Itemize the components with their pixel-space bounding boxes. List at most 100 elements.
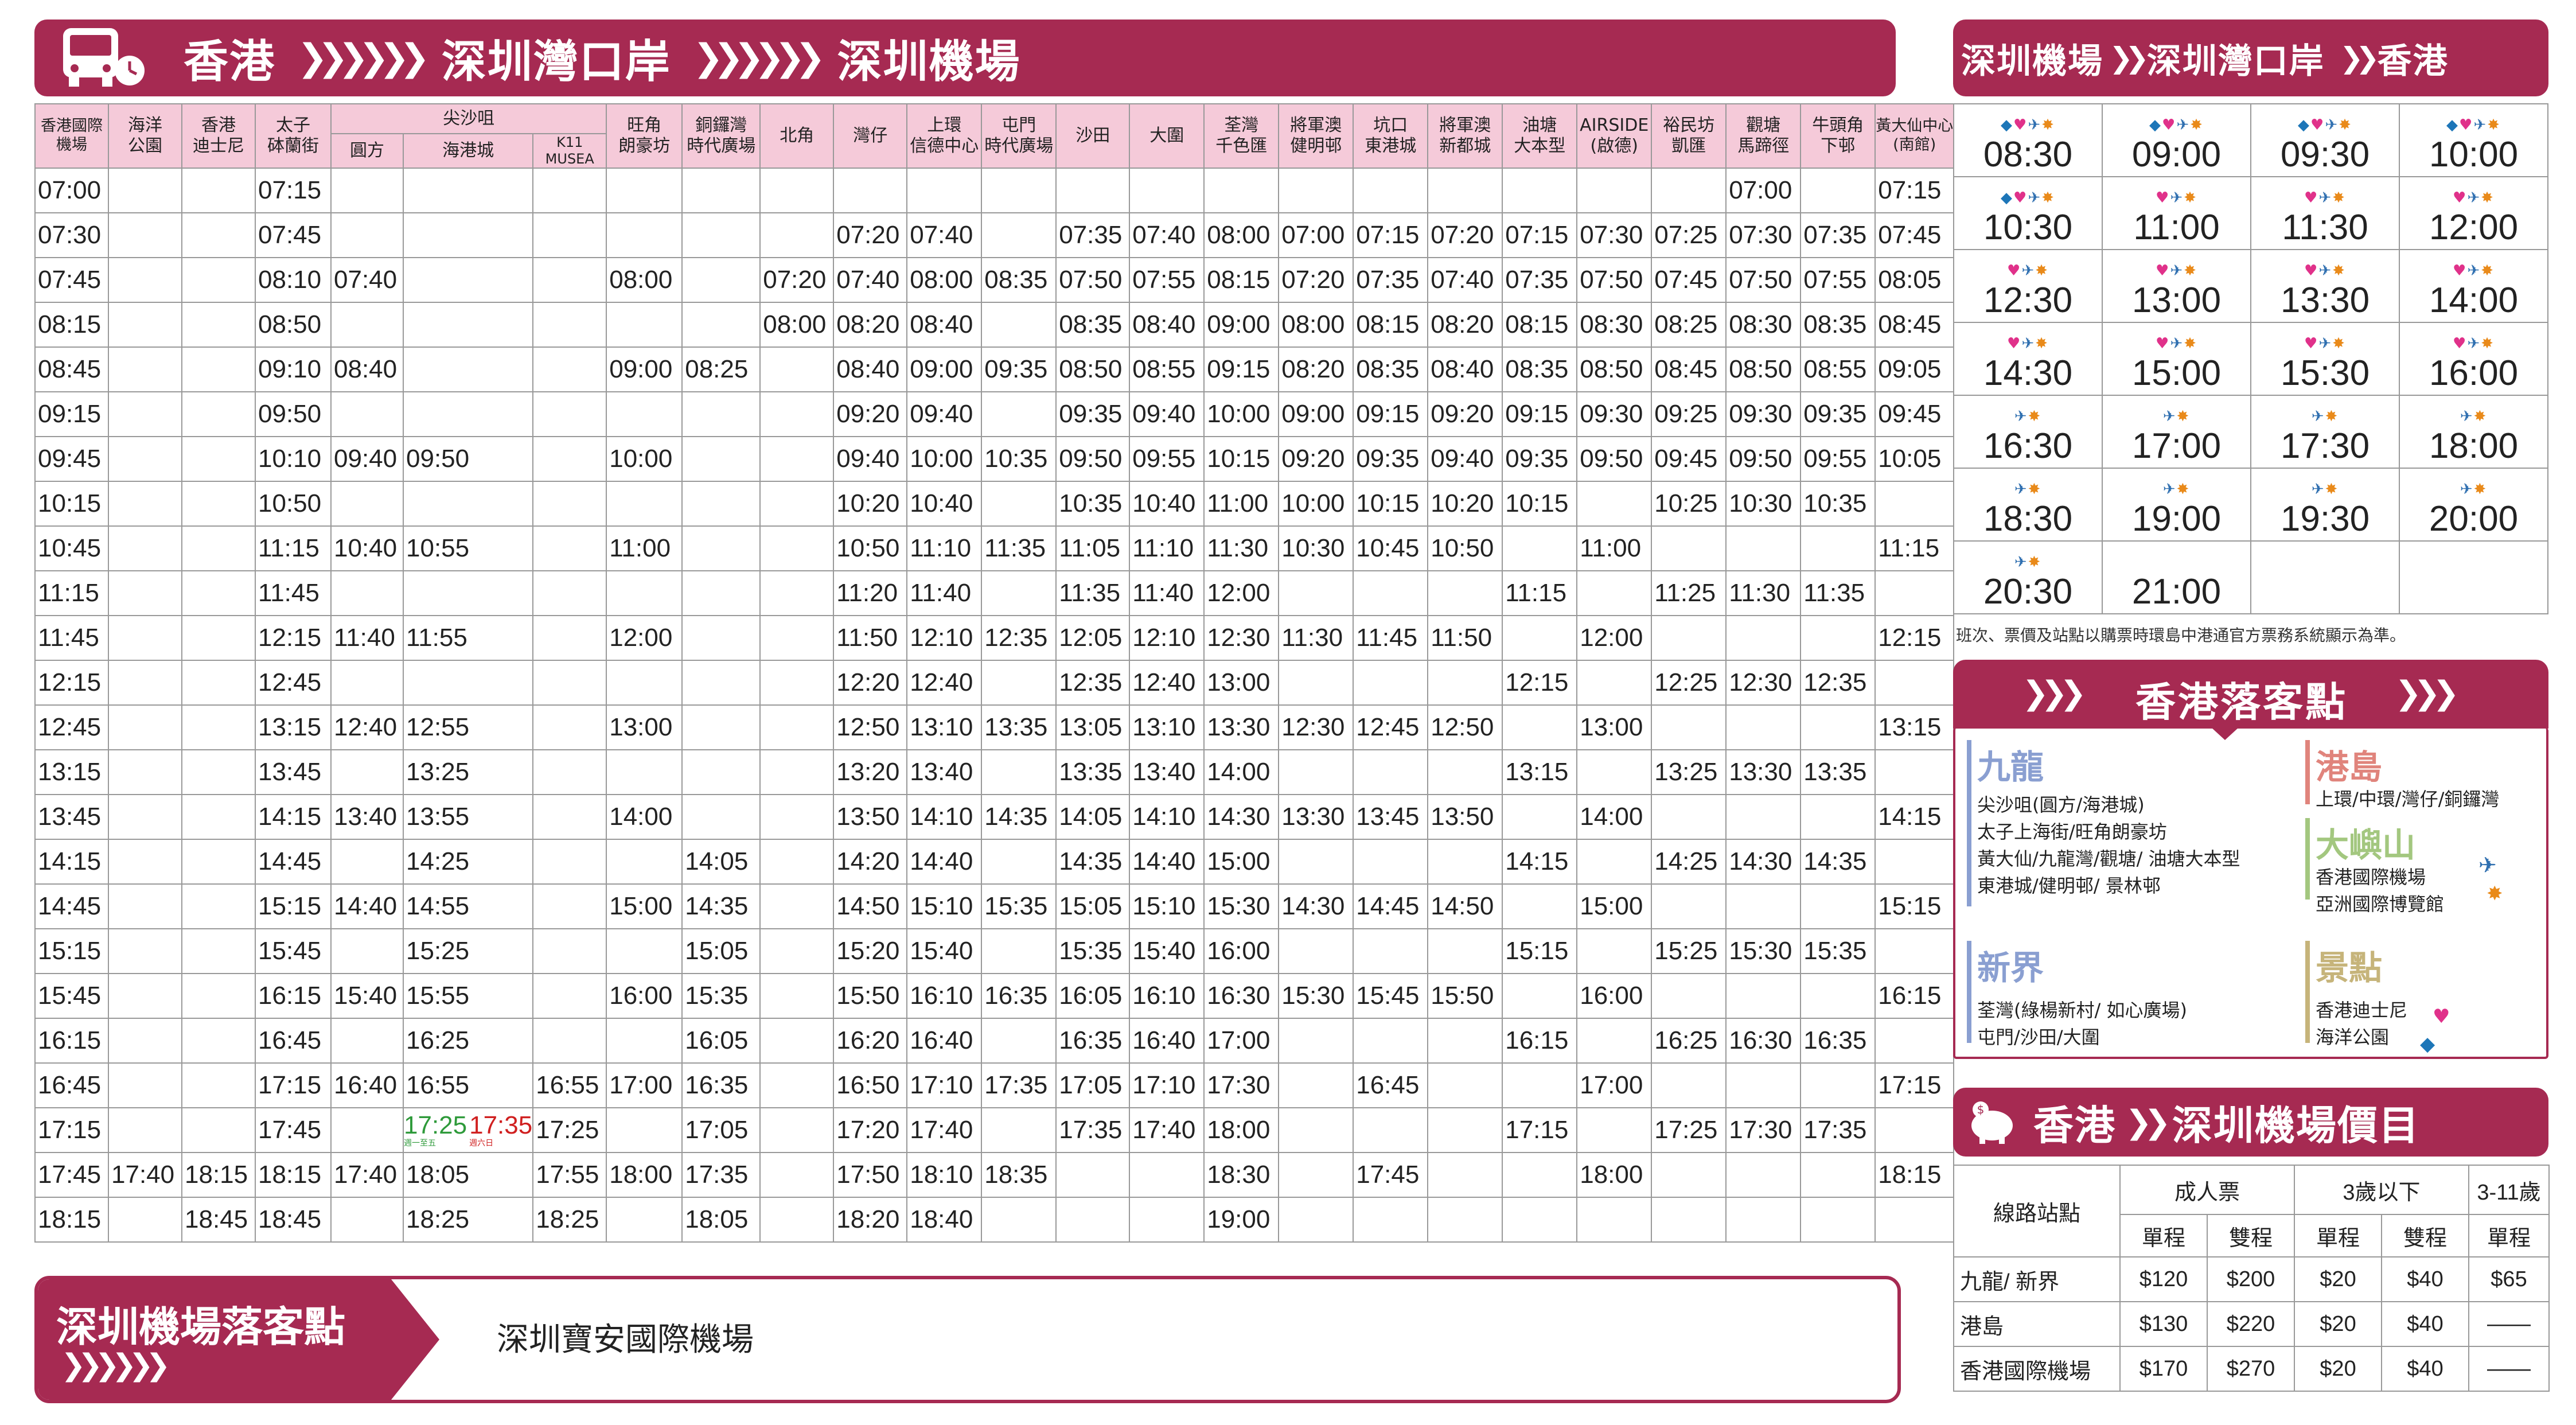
table-row: 17:15 17:45 17:25 週一至五 17:35 週六日 17:25 17:05 17:… (34, 1107, 1955, 1153)
table-cell (108, 838, 182, 885)
origin-shenzhen-airport: 深圳機場 (1961, 41, 2103, 81)
table-cell: 09:40 (906, 391, 983, 437)
table-cell: 16:15 (255, 972, 332, 1019)
table-cell (1651, 167, 1727, 213)
departure-time: 16:00 (2429, 353, 2519, 393)
table-cell: 08:25 (681, 346, 761, 392)
table-cell: 09:00 (906, 346, 983, 392)
table-cell (1576, 1107, 1653, 1153)
table-cell (108, 435, 182, 482)
table-cell: 18:45 (255, 1196, 332, 1243)
table-cell: 13:45 (1353, 793, 1429, 840)
table-cell (759, 793, 835, 840)
plane-icon: ✈ (2473, 116, 2488, 134)
table-cell: 13:00 (1203, 659, 1280, 706)
table-cell: 08:30 (1576, 301, 1653, 348)
table-cell: 14:30 (1203, 793, 1280, 840)
table-cell: 12:45 (1353, 704, 1429, 750)
table-cell: 10:00 (1203, 391, 1280, 437)
schedule-cell: ♥✈✸ 12:30 (1953, 249, 2103, 323)
table-cell (1278, 167, 1354, 213)
table-cell: 14:20 (833, 838, 908, 885)
table-cell (759, 435, 835, 482)
column-header-line: 朗豪坊 (618, 135, 671, 156)
plane-icon: ✈ (2176, 116, 2191, 134)
table-cell: 10:40 (330, 525, 404, 571)
stop-icons: ♥✈✸ (2103, 188, 2250, 208)
price-value: $20 (2294, 1301, 2382, 1347)
table-cell (759, 391, 835, 437)
table-cell: 07:40 (330, 256, 404, 303)
departure-time: 10:00 (2429, 135, 2519, 174)
price-row: 九龍/ 新界 $120 $200 $20 $40 $65 (1953, 1256, 2550, 1302)
table-cell (181, 972, 256, 1019)
table-cell (606, 659, 683, 706)
table-cell: 09:50 (255, 391, 332, 437)
table-cell: 07:00 (1725, 167, 1802, 213)
departure-time: 17:00 (2131, 426, 2222, 466)
table-cell: 14:30 (1278, 883, 1354, 929)
price-route: 九龍/ 新界 (1953, 1256, 2121, 1302)
price-single: 單程 (2468, 1214, 2550, 1257)
table-row: 18:15 18:45 18:45 18:25 18:25 18:05 18:20 18:40… (34, 1196, 1955, 1243)
column-header-line: 銅鑼灣 (695, 115, 747, 135)
table-cell: 17:05 (681, 1107, 761, 1153)
table-cell: 08:35 (1502, 346, 1578, 392)
schedule-cell: 21:00 (2102, 540, 2251, 614)
table-cell: 13:50 (1427, 793, 1503, 840)
table-cell (981, 301, 1057, 348)
table-cell (1427, 1107, 1503, 1153)
table-cell: 12:15 (1502, 659, 1578, 706)
plane-icon: ✈ (2467, 189, 2481, 207)
table-cell (1278, 659, 1354, 706)
column-header-line: 沙田 (1075, 125, 1110, 146)
table-cell: 13:55 (402, 793, 534, 840)
table-cell: 18:15 (1874, 1151, 1955, 1198)
departure-time: 11:00 (2133, 208, 2220, 247)
table-cell: 17:25 (1651, 1107, 1727, 1153)
table-row: 15:45 16:15 15:40 15:55 16:00 15:35 15:50 16:10… (34, 972, 1955, 1019)
table-cell (108, 883, 182, 929)
stop-icons: ✈✸ (2103, 480, 2250, 499)
plane-icon: ✈ (2021, 262, 2036, 279)
table-cell (606, 838, 683, 885)
column-header-line: 坑口 (1373, 115, 1408, 135)
table-cell: 16:05 (681, 1017, 761, 1064)
region-line: 太子上海街/旺角朗豪坊 (1977, 821, 2167, 843)
table-cell (759, 346, 835, 392)
schedule-cell: ◆♥✈✸ 09:00 (2102, 103, 2251, 177)
table-cell: 09:40 (330, 435, 404, 482)
region-color-bar (2305, 740, 2310, 804)
table-cell: 07:35 (1353, 256, 1429, 303)
table-cell: 11:05 (1055, 525, 1131, 571)
table-cell: 12:00 (606, 614, 683, 661)
table-cell: 18:15 (255, 1151, 332, 1198)
table-cell (181, 212, 256, 258)
weekday-note: 週一至五 (404, 1138, 436, 1148)
table-cell (606, 480, 683, 527)
table-row: 10:15 10:50 10:20 10:40 10:35 10:40 11:00 10:00… (34, 480, 1955, 527)
table-cell: 16:35 (681, 1062, 761, 1108)
row-time-cell: 13:45 (34, 793, 109, 840)
table-cell: 11:55 (402, 614, 534, 661)
table-cell: 11:50 (833, 614, 908, 661)
starburst-icon: ✸ (2487, 882, 2503, 905)
table-cell (1427, 1062, 1503, 1108)
table-cell: 11:35 (1800, 570, 1876, 616)
table-cell (1651, 614, 1727, 661)
table-cell: 16:15 (1874, 972, 1955, 1019)
stop-icons: ♥✈✸ (1954, 261, 2102, 281)
table-cell (1800, 1196, 1876, 1243)
table-cell: 08:20 (833, 301, 908, 348)
table-row: 08:45 09:10 08:40 09:00 08:25 08:40 09:00 09:35… (34, 346, 1955, 392)
table-cell: 10:00 (606, 435, 683, 482)
row-time-cell: 12:15 (34, 659, 109, 706)
table-cell: 15:50 (1427, 972, 1503, 1019)
price-value: $40 (2381, 1301, 2469, 1347)
price-value: $170 (2119, 1346, 2208, 1392)
table-cell (1800, 614, 1876, 661)
column-header: 大圍 (1129, 103, 1205, 169)
disclaimer-note: 班次、票價及站點以購票時環島中港通官方票務系統顯示為準。 (1956, 626, 2406, 645)
table-cell: 08:50 (255, 301, 332, 348)
table-cell (1278, 1107, 1354, 1153)
